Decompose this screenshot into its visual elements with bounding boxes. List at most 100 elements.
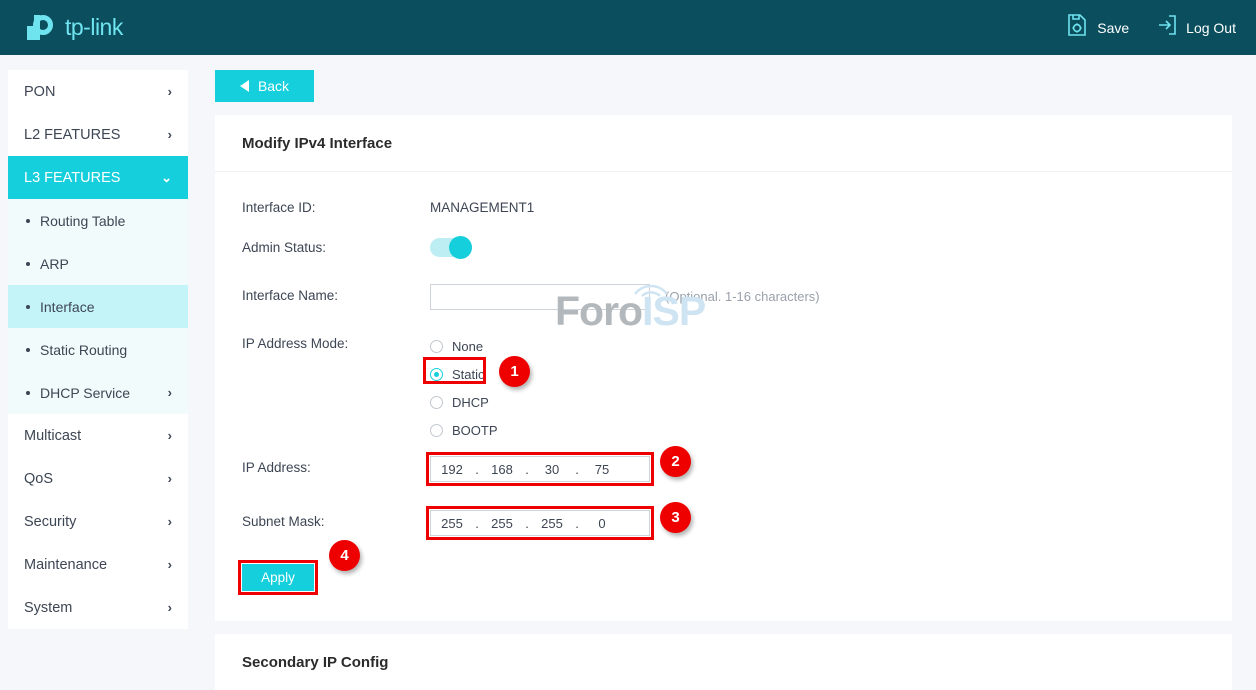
panel-title: Modify IPv4 Interface [215, 115, 1232, 172]
radio-icon [430, 424, 443, 437]
sidebar-navigation: PON › L2 FEATURES › L3 FEATURES ⌄ Routin… [8, 70, 188, 629]
mask-octet-4[interactable] [581, 516, 623, 531]
brand-name: tp-link [65, 14, 123, 41]
chevron-right-icon: › [168, 557, 172, 572]
logout-label: Log Out [1186, 20, 1236, 36]
annotation-badge-1: 1 [499, 356, 530, 387]
sidebar-item-label: PON [24, 84, 55, 100]
sidebar-item-arp[interactable]: ARP [8, 242, 188, 285]
chevron-down-icon: ⌄ [161, 170, 172, 186]
sidebar-item-static-routing[interactable]: Static Routing [8, 328, 188, 371]
sidebar-item-l2-features[interactable]: L2 FEATURES › [8, 113, 188, 156]
sidebar-item-qos[interactable]: QoS › [8, 457, 188, 500]
bullet-icon [26, 305, 30, 309]
admin-status-label: Admin Status: [242, 236, 430, 255]
ip-octet-2[interactable] [481, 462, 523, 477]
ip-address-input[interactable]: . . . [430, 456, 650, 482]
sidebar-item-label: L3 FEATURES [24, 170, 120, 186]
chevron-right-icon: › [168, 514, 172, 529]
sidebar-item-label: Routing Table [40, 213, 125, 229]
chevron-right-icon: › [168, 471, 172, 486]
admin-status-toggle[interactable] [430, 238, 472, 257]
radio-icon-selected [430, 368, 443, 381]
chevron-right-icon: › [168, 600, 172, 615]
admin-status-row: Admin Status: [242, 236, 1232, 276]
mask-octet-3[interactable] [531, 516, 573, 531]
sidebar-item-system[interactable]: System › [8, 586, 188, 629]
sidebar-item-label: Security [24, 514, 76, 530]
radio-icon [430, 340, 443, 353]
sidebar-submenu-l3: Routing Table ARP Interface Static Routi… [8, 199, 188, 414]
arrow-left-icon [240, 80, 249, 92]
secondary-panel-title: Secondary IP Config [215, 634, 1232, 690]
apply-row: Apply 4 [242, 564, 1232, 591]
ip-address-mode-label: IP Address Mode: [242, 332, 430, 351]
annotation-badge-4: 4 [329, 540, 360, 571]
sidebar-item-interface[interactable]: Interface [8, 285, 188, 328]
ip-address-mode-row: IP Address Mode: None Static 1 DHCP [242, 332, 1232, 444]
back-button[interactable]: Back [215, 70, 314, 102]
radio-option-none[interactable]: None [430, 332, 498, 360]
sidebar-item-label: Static Routing [40, 342, 127, 358]
interface-name-row: Interface Name: (Optional. 1-16 characte… [242, 284, 1232, 324]
sidebar-item-label: Interface [40, 299, 94, 315]
interface-form: Interface ID: MANAGEMENT1 Admin Status: … [215, 172, 1232, 621]
chevron-right-icon: › [168, 385, 172, 400]
ip-separator: . [523, 516, 531, 531]
bullet-icon [26, 348, 30, 352]
ip-address-label: IP Address: [242, 456, 430, 475]
radio-label: Static [452, 367, 485, 382]
main-content: Back Modify IPv4 Interface Interface ID:… [215, 70, 1232, 690]
radio-label: BOOTP [452, 423, 498, 438]
toggle-knob [449, 236, 472, 259]
ip-octet-1[interactable] [431, 462, 473, 477]
tp-link-logo: tp-link [27, 13, 123, 43]
mask-octet-1[interactable] [431, 516, 473, 531]
ip-separator: . [573, 516, 581, 531]
save-document-gear-icon [1066, 13, 1088, 42]
sidebar-item-multicast[interactable]: Multicast › [8, 414, 188, 457]
sidebar-item-label: System [24, 600, 72, 616]
sidebar-item-label: L2 FEATURES [24, 127, 120, 143]
ip-separator: . [473, 462, 481, 477]
interface-name-hint: (Optional. 1-16 characters) [665, 284, 820, 310]
save-button[interactable]: Save [1066, 13, 1129, 42]
bullet-icon [26, 391, 30, 395]
ip-separator: . [573, 462, 581, 477]
logout-button[interactable]: Log Out [1155, 13, 1236, 42]
radio-label: None [452, 339, 483, 354]
save-label: Save [1097, 20, 1129, 36]
sidebar-item-maintenance[interactable]: Maintenance › [8, 543, 188, 586]
radio-option-static[interactable]: Static 1 [430, 360, 498, 388]
ip-address-row: IP Address: . . . 2 [242, 456, 1232, 496]
bullet-icon [26, 262, 30, 266]
annotation-badge-3: 3 [660, 502, 691, 533]
radio-option-bootp[interactable]: BOOTP [430, 416, 498, 444]
modify-ipv4-interface-panel: Modify IPv4 Interface Interface ID: MANA… [215, 115, 1232, 621]
ip-octet-4[interactable] [581, 462, 623, 477]
radio-option-dhcp[interactable]: DHCP [430, 388, 498, 416]
sidebar-item-security[interactable]: Security › [8, 500, 188, 543]
sidebar-item-label: DHCP Service [40, 385, 130, 401]
logout-arrow-icon [1155, 13, 1177, 42]
bullet-icon [26, 219, 30, 223]
annotation-badge-2: 2 [660, 446, 691, 477]
sidebar-item-dhcp-service[interactable]: DHCP Service › [8, 371, 188, 414]
chevron-right-icon: › [168, 428, 172, 443]
interface-id-row: Interface ID: MANAGEMENT1 [242, 196, 1232, 236]
ip-octet-3[interactable] [531, 462, 573, 477]
ip-separator: . [473, 516, 481, 531]
interface-id-label: Interface ID: [242, 196, 430, 215]
sidebar-item-l3-features[interactable]: L3 FEATURES ⌄ [8, 156, 188, 199]
back-label: Back [258, 78, 289, 94]
mask-octet-2[interactable] [481, 516, 523, 531]
header-actions: Save Log Out [1066, 13, 1236, 42]
apply-button[interactable]: Apply [242, 564, 314, 591]
sidebar-item-pon[interactable]: PON › [8, 70, 188, 113]
sidebar-item-routing-table[interactable]: Routing Table [8, 199, 188, 242]
ip-separator: . [523, 462, 531, 477]
subnet-mask-input[interactable]: . . . [430, 510, 650, 536]
tp-link-logo-icon [27, 13, 57, 43]
chevron-right-icon: › [168, 127, 172, 142]
interface-name-input[interactable] [430, 284, 650, 310]
